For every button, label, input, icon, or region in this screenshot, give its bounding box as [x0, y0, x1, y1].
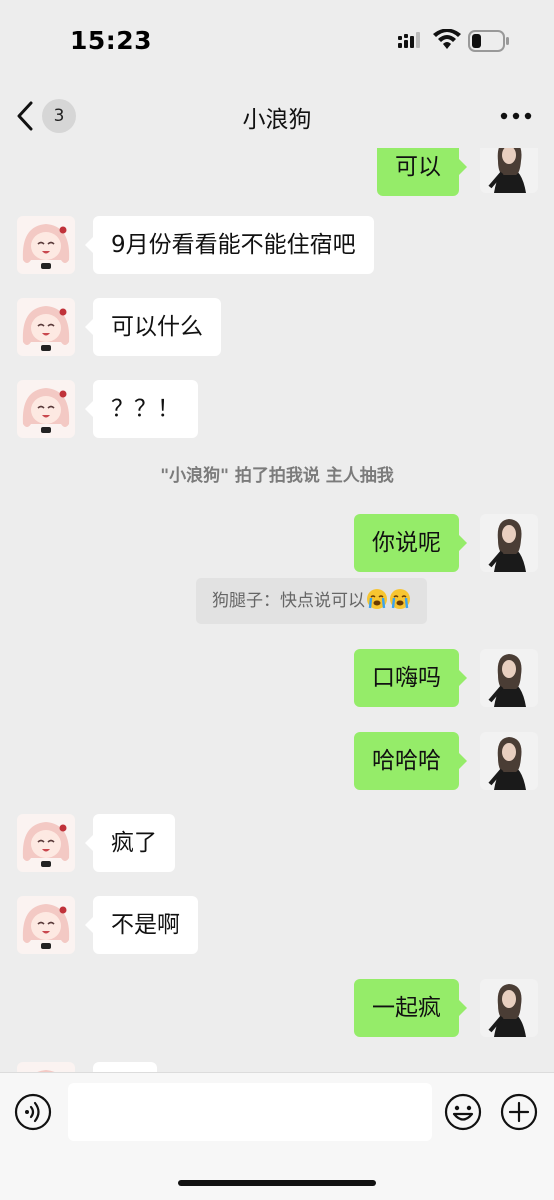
system-message: "小浪狗" 拍了拍我说 主人抽我	[160, 466, 394, 486]
message-bubble-outgoing[interactable]: 一起疯	[354, 979, 467, 1037]
message-bubble-incoming[interactable]: 不是啊	[85, 896, 198, 954]
more-dots-icon[interactable]	[496, 104, 536, 128]
contact-avatar-image	[17, 814, 75, 872]
message-bubble-incoming[interactable]	[93, 1062, 157, 1072]
crying-emoji-icon	[367, 589, 387, 609]
battery-icon	[468, 30, 509, 52]
nav-bar: 3 小浪狗	[0, 84, 554, 148]
plus-icon[interactable]	[500, 1093, 538, 1131]
contact-avatar[interactable]	[17, 1062, 75, 1072]
voice-icon[interactable]	[14, 1093, 52, 1131]
message-bubble-outgoing[interactable]: 你说呢	[354, 514, 467, 572]
contact-avatar[interactable]	[17, 216, 75, 274]
message-bubble-outgoing[interactable]: 哈哈哈	[354, 732, 467, 790]
message-bubble-outgoing[interactable]: 口嗨吗	[354, 649, 467, 707]
message-bubble-incoming[interactable]: 可以什么	[85, 298, 221, 356]
message-bubble-incoming[interactable]: ？？！	[85, 380, 198, 438]
quoted-message-text: 狗腿子：快点说可以	[212, 591, 365, 611]
my-avatar-image	[480, 732, 538, 790]
signal-icon	[398, 32, 420, 48]
contact-avatar-image	[17, 216, 75, 274]
contact-avatar-image	[17, 298, 75, 356]
message-input[interactable]	[68, 1083, 432, 1141]
message-bubble-outgoing[interactable]: 可以	[377, 148, 467, 196]
my-avatar[interactable]	[480, 979, 538, 1037]
my-avatar-image	[480, 514, 538, 572]
quoted-message[interactable]: 狗腿子：快点说可以	[196, 578, 427, 624]
emoji-icon[interactable]	[444, 1093, 482, 1131]
my-avatar[interactable]	[480, 514, 538, 572]
my-avatar-image	[480, 649, 538, 707]
message-bubble-incoming[interactable]: 9月份看看能不能住宿吧	[85, 216, 374, 274]
home-indicator	[178, 1180, 376, 1186]
my-avatar[interactable]	[480, 732, 538, 790]
wifi-icon	[433, 29, 461, 49]
message-bubble-incoming[interactable]: 疯了	[85, 814, 175, 872]
contact-avatar[interactable]	[17, 814, 75, 872]
contact-avatar[interactable]	[17, 298, 75, 356]
my-avatar-image	[480, 148, 538, 193]
chat-screen: 15:23 3 小浪狗 可以 9月份看看能不能住宿吧 可以什么 ？？！ "小浪狗…	[0, 0, 554, 1200]
message-list[interactable]: 可以 9月份看看能不能住宿吧 可以什么 ？？！ "小浪狗" 拍了拍我说 主人抽我…	[0, 148, 554, 1072]
my-avatar[interactable]	[480, 148, 538, 193]
contact-avatar-image	[17, 896, 75, 954]
crying-emoji-icon	[390, 589, 410, 609]
my-avatar[interactable]	[480, 649, 538, 707]
page-title: 小浪狗	[242, 107, 312, 133]
contact-avatar[interactable]	[17, 380, 75, 438]
my-avatar-image	[480, 979, 538, 1037]
contact-avatar[interactable]	[17, 896, 75, 954]
status-bar: 15:23	[0, 0, 554, 84]
contact-avatar-image	[17, 380, 75, 438]
status-time: 15:23	[70, 26, 153, 55]
contact-avatar-image	[17, 1062, 75, 1072]
